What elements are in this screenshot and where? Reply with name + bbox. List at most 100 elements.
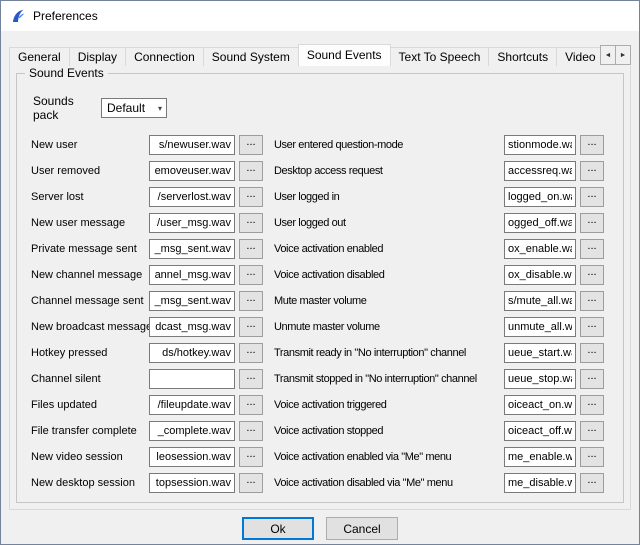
browse-button[interactable]: ... — [580, 369, 604, 389]
browse-button[interactable]: ... — [580, 421, 604, 441]
event-file-input[interactable] — [149, 291, 235, 311]
tab-sound-events[interactable]: Sound Events — [298, 44, 391, 66]
event-label: Voice activation disabled — [274, 269, 504, 281]
event-file-input[interactable] — [504, 239, 576, 259]
browse-button[interactable]: ... — [239, 395, 263, 415]
event-file-input[interactable] — [504, 291, 576, 311]
event-file-input[interactable] — [504, 317, 576, 337]
event-file-input[interactable] — [504, 213, 576, 233]
tab-sound-system[interactable]: Sound System — [203, 47, 299, 66]
browse-button[interactable]: ... — [239, 291, 263, 311]
event-file-input[interactable] — [504, 369, 576, 389]
event-file-input[interactable] — [504, 421, 576, 441]
event-file-input[interactable] — [149, 447, 235, 467]
browse-button[interactable]: ... — [239, 447, 263, 467]
browse-button[interactable]: ... — [580, 265, 604, 285]
browse-button[interactable]: ... — [580, 239, 604, 259]
event-label: Transmit stopped in "No interruption" ch… — [274, 373, 504, 385]
sound-events-groupbox: Sound Events Sounds pack Default ▾ New u… — [16, 73, 624, 503]
event-file-input[interactable] — [504, 187, 576, 207]
event-file-input[interactable] — [149, 317, 235, 337]
browse-button[interactable]: ... — [239, 343, 263, 363]
event-file-input[interactable] — [504, 135, 576, 155]
sounds-pack-label: Sounds pack — [33, 94, 101, 122]
browse-button[interactable]: ... — [239, 187, 263, 207]
browse-button[interactable]: ... — [580, 161, 604, 181]
event-row: Voice activation enabled via "Me" menu..… — [274, 444, 609, 470]
event-file-input[interactable] — [149, 161, 235, 181]
app-icon — [10, 8, 26, 24]
event-row: New user message... — [31, 210, 263, 236]
event-file-input[interactable] — [149, 213, 235, 233]
event-file-input[interactable] — [149, 187, 235, 207]
browse-button[interactable]: ... — [580, 447, 604, 467]
event-row: New broadcast message... — [31, 314, 263, 340]
browse-button[interactable]: ... — [580, 135, 604, 155]
event-label: File transfer complete — [31, 425, 149, 437]
event-file-input[interactable] — [149, 343, 235, 363]
browse-button[interactable]: ... — [580, 187, 604, 207]
browse-button[interactable]: ... — [580, 343, 604, 363]
event-file-input[interactable] — [504, 447, 576, 467]
event-label: Voice activation disabled via "Me" menu — [274, 477, 504, 489]
browse-button[interactable]: ... — [580, 317, 604, 337]
event-row: Desktop access request... — [274, 158, 609, 184]
browse-button[interactable]: ... — [239, 135, 263, 155]
event-row: Channel message sent... — [31, 288, 263, 314]
event-file-input[interactable] — [504, 473, 576, 493]
tab-text-to-speech[interactable]: Text To Speech — [390, 47, 490, 66]
browse-button[interactable]: ... — [239, 239, 263, 259]
event-file-input[interactable] — [149, 473, 235, 493]
browse-button[interactable]: ... — [580, 213, 604, 233]
event-file-input[interactable] — [149, 135, 235, 155]
event-row: User entered question-mode... — [274, 132, 609, 158]
event-row: Unmute master volume... — [274, 314, 609, 340]
browse-button[interactable]: ... — [580, 395, 604, 415]
tab-connection[interactable]: Connection — [125, 47, 204, 66]
event-file-input[interactable] — [149, 369, 235, 389]
event-label: Private message sent — [31, 243, 149, 255]
event-row: New video session... — [31, 444, 263, 470]
browse-button[interactable]: ... — [239, 473, 263, 493]
event-file-input[interactable] — [149, 239, 235, 259]
event-label: Channel silent — [31, 373, 149, 385]
browse-button[interactable]: ... — [239, 421, 263, 441]
sounds-pack-select[interactable]: Default ▾ — [101, 98, 167, 118]
tab-scroll-left-icon[interactable]: ◄ — [600, 45, 616, 65]
ok-button[interactable]: Ok — [242, 517, 314, 540]
event-file-input[interactable] — [504, 343, 576, 363]
event-label: Server lost — [31, 191, 149, 203]
tab-general[interactable]: General — [9, 47, 70, 66]
event-file-input[interactable] — [149, 265, 235, 285]
browse-button[interactable]: ... — [239, 265, 263, 285]
event-label: New video session — [31, 451, 149, 463]
event-row: User logged in... — [274, 184, 609, 210]
event-row: Hotkey pressed... — [31, 340, 263, 366]
cancel-button[interactable]: Cancel — [326, 517, 398, 540]
sound-events-panel: Sound Events Sounds pack Default ▾ New u… — [9, 66, 631, 510]
browse-button[interactable]: ... — [239, 369, 263, 389]
event-file-input[interactable] — [149, 395, 235, 415]
events-column-left: New user...User removed...Server lost...… — [31, 132, 263, 496]
tab-display[interactable]: Display — [69, 47, 126, 66]
tab-scroll-right-icon[interactable]: ► — [615, 45, 631, 65]
event-label: Transmit ready in "No interruption" chan… — [274, 347, 504, 359]
browse-button[interactable]: ... — [239, 161, 263, 181]
dialog-buttons: Ok Cancel — [1, 517, 639, 540]
browse-button[interactable]: ... — [580, 291, 604, 311]
titlebar[interactable]: Preferences — [1, 1, 639, 31]
event-row: Mute master volume... — [274, 288, 609, 314]
browse-button[interactable]: ... — [580, 473, 604, 493]
tab-shortcuts[interactable]: Shortcuts — [488, 47, 557, 66]
event-file-input[interactable] — [504, 161, 576, 181]
event-file-input[interactable] — [504, 265, 576, 285]
event-file-input[interactable] — [504, 395, 576, 415]
event-file-input[interactable] — [149, 421, 235, 441]
events-column-right: User entered question-mode...Desktop acc… — [274, 132, 609, 496]
browse-button[interactable]: ... — [239, 213, 263, 233]
browse-button[interactable]: ... — [239, 317, 263, 337]
event-row: Voice activation disabled... — [274, 262, 609, 288]
preferences-dialog: Preferences GeneralDisplayConnectionSoun… — [0, 0, 640, 545]
event-row: Voice activation stopped... — [274, 418, 609, 444]
event-label: Voice activation triggered — [274, 399, 504, 411]
